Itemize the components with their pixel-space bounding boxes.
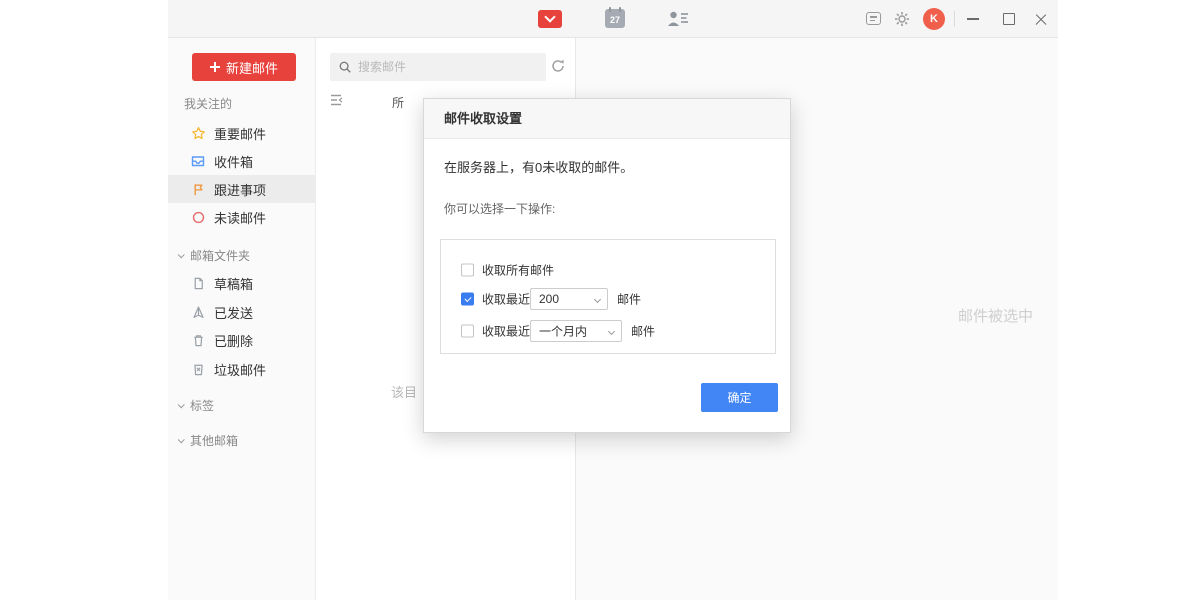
dialog-title: 邮件收取设置: [444, 99, 522, 139]
draft-icon: [190, 275, 206, 291]
labels-header[interactable]: 标签: [168, 392, 316, 418]
other-mailboxes-header[interactable]: 其他邮箱: [168, 427, 316, 453]
option-fetch-all: 收取所有邮件: [441, 262, 775, 278]
options-box: 收取所有邮件 收取最近的 200 邮件 收取最近的 一个月内 邮件: [440, 239, 776, 354]
sidebar-item-label: 收件箱: [214, 152, 253, 171]
folders-header[interactable]: 邮箱文件夹: [168, 242, 316, 268]
sidebar: 新建邮件 我关注的 重要邮件 收件箱 跟进事项: [168, 38, 316, 600]
list-collapse-icon[interactable]: [328, 93, 344, 112]
calendar-ring-icon: [619, 7, 621, 12]
calendar-day: 27: [605, 15, 625, 25]
list-empty-text: 该目: [391, 382, 417, 401]
sidebar-item-inbox[interactable]: 收件箱: [168, 147, 316, 175]
close-button[interactable]: [1034, 12, 1048, 26]
favorites-header: 我关注的: [168, 90, 316, 116]
avatar[interactable]: K: [923, 8, 945, 30]
sent-icon: [190, 304, 206, 320]
sidebar-item-deleted[interactable]: 已删除: [168, 326, 316, 354]
sidebar-item-label: 已发送: [214, 303, 253, 322]
fetch-all-checkbox[interactable]: [461, 264, 474, 277]
topbar-divider: [954, 11, 955, 27]
sidebar-item-label: 已删除: [214, 331, 253, 350]
dialog-prompt: 你可以选择一下操作:: [444, 200, 555, 217]
sidebar-item-spam[interactable]: 垃圾邮件: [168, 355, 316, 383]
sidebar-item-sent[interactable]: 已发送: [168, 298, 316, 326]
chevron-down-icon: [608, 328, 615, 335]
calendar-ring-icon: [609, 7, 611, 12]
inbox-icon: [190, 153, 206, 169]
close-icon: [1034, 12, 1048, 26]
contacts-icon[interactable]: [667, 10, 689, 32]
option-fetch-recent-period: 收取最近的 一个月内 邮件: [441, 320, 775, 342]
refresh-icon[interactable]: [550, 58, 568, 76]
list-filter-label[interactable]: 所: [392, 94, 404, 111]
option-fetch-recent-count: 收取最近的 200 邮件: [441, 288, 775, 310]
sidebar-item-drafts[interactable]: 草稿箱: [168, 269, 316, 297]
circle-icon: [190, 209, 206, 225]
reading-pane-empty-text: 邮件被选中: [958, 305, 1033, 326]
period-select-value: 一个月内: [539, 323, 587, 340]
chevron-down-icon: [178, 251, 185, 258]
calendar-icon[interactable]: 27: [605, 9, 625, 28]
sidebar-item-unread[interactable]: 未读邮件: [168, 203, 316, 231]
count-select-value: 200: [539, 292, 559, 306]
search-box[interactable]: [330, 53, 546, 81]
dialog-message: 在服务器上，有0未收取的邮件。: [444, 157, 633, 176]
mail-fetch-settings-dialog: 邮件收取设置 在服务器上，有0未收取的邮件。 你可以选择一下操作: 收取所有邮件…: [423, 98, 791, 433]
sidebar-item-label: 跟进事项: [214, 180, 266, 199]
plus-icon: [210, 62, 220, 72]
sidebar-item-followup[interactable]: 跟进事项: [168, 175, 316, 203]
option-suffix: 邮件: [617, 291, 641, 308]
confirm-button[interactable]: 确定: [701, 383, 778, 412]
chevron-down-icon: [178, 436, 185, 443]
sidebar-item-label: 垃圾邮件: [214, 360, 266, 379]
minimize-button[interactable]: [967, 18, 979, 20]
dialog-header: 邮件收取设置: [424, 99, 790, 139]
sidebar-item-label: 重要邮件: [214, 124, 266, 143]
sidebar-item-important[interactable]: 重要邮件: [168, 119, 316, 147]
envelope-flap-icon: [544, 11, 555, 22]
option-label: 收取所有邮件: [482, 262, 554, 279]
search-input[interactable]: [358, 60, 518, 74]
maximize-button[interactable]: [1003, 13, 1015, 25]
topbar: 27: [168, 0, 1058, 38]
period-select[interactable]: 一个月内: [530, 320, 622, 342]
chevron-down-icon: [594, 296, 601, 303]
star-icon: [190, 125, 206, 141]
trash-icon: [190, 332, 206, 348]
sidebar-item-label: 草稿箱: [214, 274, 253, 293]
spam-icon: [190, 361, 206, 377]
gear-icon[interactable]: [894, 11, 910, 32]
compose-label: 新建邮件: [226, 58, 278, 77]
search-icon: [338, 60, 352, 74]
feedback-icon[interactable]: [866, 12, 881, 25]
sidebar-item-label: 未读邮件: [214, 208, 266, 227]
mail-icon[interactable]: [538, 10, 562, 28]
dialog-close-button[interactable]: [761, 113, 774, 126]
flag-icon: [190, 181, 206, 197]
fetch-recent-count-checkbox[interactable]: [461, 293, 474, 306]
chevron-down-icon: [178, 401, 185, 408]
desktop: 27: [0, 0, 1200, 600]
compose-button[interactable]: 新建邮件: [192, 53, 296, 81]
option-suffix: 邮件: [631, 323, 655, 340]
count-select[interactable]: 200: [530, 288, 608, 310]
fetch-recent-period-checkbox[interactable]: [461, 325, 474, 338]
